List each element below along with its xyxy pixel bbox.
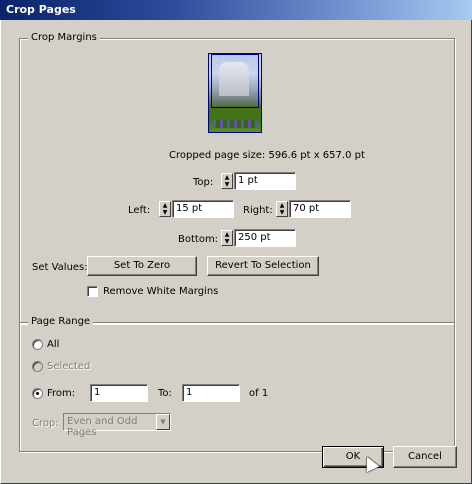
- bottom-spinner[interactable]: ▲ ▼: [221, 230, 233, 246]
- crop-label: Crop:: [32, 418, 59, 429]
- bottom-margin-input[interactable]: 250 pt: [234, 229, 296, 247]
- selected-pages-label: Selected: [47, 361, 91, 372]
- revert-to-selection-button[interactable]: Revert To Selection: [207, 256, 319, 276]
- all-pages-radio[interactable]: [32, 339, 43, 350]
- crop-rectangle[interactable]: [211, 54, 259, 108]
- top-spinner[interactable]: ▲ ▼: [221, 173, 233, 189]
- crop-pages-select: Even and Odd Pages ▼: [63, 413, 171, 438]
- chevron-down-icon: ▼: [156, 414, 170, 430]
- right-label: Right:: [243, 205, 273, 216]
- from-pages-radio[interactable]: [32, 388, 43, 399]
- top-margin-input[interactable]: 1 pt: [234, 172, 296, 190]
- preview-grass: [209, 106, 261, 132]
- from-page-input[interactable]: 1: [90, 384, 148, 402]
- page-preview-thumbnail: [208, 53, 262, 133]
- title-bar: Crop Pages: [0, 0, 472, 20]
- remove-white-margins-checkbox[interactable]: [87, 286, 98, 297]
- right-margin-input[interactable]: 70 pt: [289, 200, 351, 218]
- to-label: To:: [158, 388, 172, 399]
- left-margin-input[interactable]: 15 pt: [172, 200, 234, 218]
- crop-margins-legend: Crop Margins: [28, 32, 100, 43]
- all-pages-label[interactable]: All: [47, 339, 59, 350]
- page-range-legend: Page Range: [28, 316, 94, 327]
- to-page-input[interactable]: 1: [182, 384, 240, 402]
- left-label: Left:: [128, 205, 151, 216]
- from-label[interactable]: From:: [47, 388, 75, 399]
- remove-white-margins-label[interactable]: Remove White Margins: [103, 286, 218, 297]
- window-title: Crop Pages: [6, 3, 76, 16]
- set-to-zero-button[interactable]: Set To Zero: [87, 256, 197, 276]
- bottom-label: Bottom:: [178, 234, 219, 245]
- cancel-button[interactable]: Cancel: [393, 446, 457, 468]
- page-count-label: of 1: [249, 388, 269, 399]
- preview-flowers: [213, 120, 257, 128]
- set-values-label: Set Values:: [32, 262, 88, 273]
- selected-pages-radio: [32, 361, 43, 372]
- right-spinner[interactable]: ▲ ▼: [276, 201, 288, 217]
- left-spinner[interactable]: ▲ ▼: [159, 201, 171, 217]
- top-label: Top:: [193, 177, 214, 188]
- cropped-page-size-label: Cropped page size: 596.6 pt x 657.0 pt: [169, 150, 365, 161]
- crop-pages-dialog: Crop Margins Cropped page size: 596.6 pt…: [0, 20, 472, 484]
